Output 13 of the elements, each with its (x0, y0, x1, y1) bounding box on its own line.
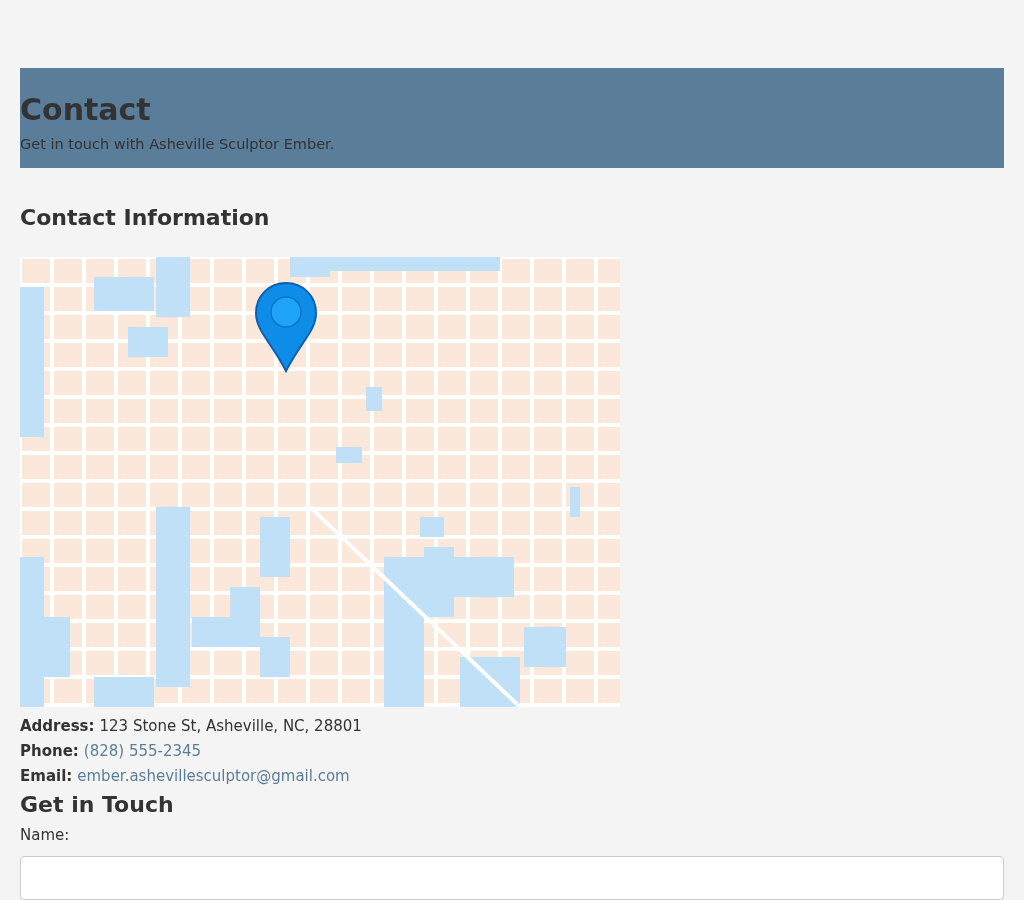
detail-label: Phone: (20, 741, 79, 762)
input-field[interactable] (20, 856, 1004, 900)
page-title: Contact (20, 92, 151, 128)
phone-link[interactable]: (828) 555-2345 (83, 739, 202, 764)
address-text: 123 Stone St, Asheville, NC, 28801 (99, 716, 362, 737)
detail-label: Address: (20, 716, 95, 737)
page-subtitle: Get in touch with Asheville Sculptor Ember. (20, 135, 335, 154)
detail-label: Email: (20, 766, 73, 787)
section-heading: Contact Information (20, 204, 270, 232)
map-pin-icon (254, 281, 318, 373)
field-label: Name: (20, 825, 70, 846)
section-heading: Get in Touch (20, 791, 174, 819)
email-link[interactable]: ember.ashevillesculptor@gmail.com (77, 764, 350, 789)
